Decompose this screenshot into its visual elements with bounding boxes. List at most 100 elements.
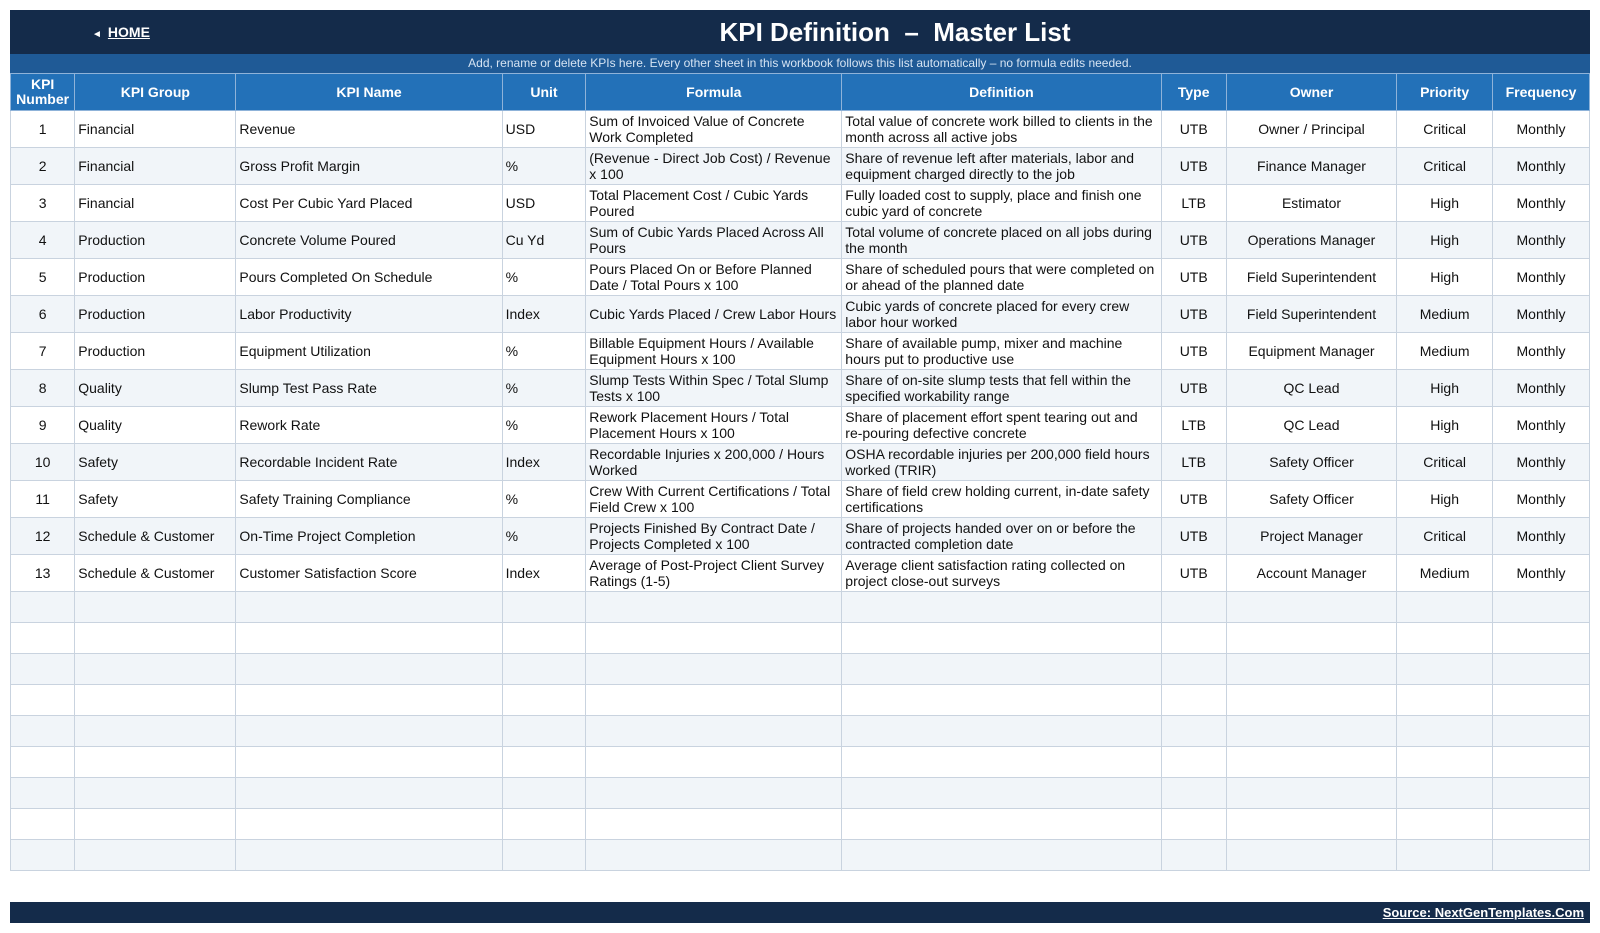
type-cell[interactable]: LTB — [1160, 184, 1227, 222]
empty-cell[interactable] — [1160, 746, 1227, 778]
type-cell[interactable]: UTB — [1160, 332, 1227, 370]
empty-cell[interactable] — [841, 715, 1162, 747]
empty-cell[interactable] — [1225, 839, 1398, 871]
definition-cell[interactable]: Share of field crew holding current, in-… — [841, 480, 1162, 518]
kpi-name-cell[interactable]: Gross Profit Margin — [235, 147, 503, 185]
empty-cell[interactable] — [235, 591, 503, 623]
formula-cell[interactable]: Crew With Current Certifications / Total… — [585, 480, 843, 518]
unit-cell[interactable]: % — [501, 406, 587, 444]
empty-cell[interactable] — [585, 777, 843, 809]
empty-cell[interactable] — [235, 715, 503, 747]
empty-cell[interactable] — [501, 653, 587, 685]
empty-cell[interactable] — [74, 746, 237, 778]
definition-cell[interactable]: Average client satisfaction rating colle… — [841, 554, 1162, 592]
empty-cell[interactable] — [1225, 777, 1398, 809]
definition-cell[interactable]: Total value of concrete work billed to c… — [841, 110, 1162, 148]
empty-cell[interactable] — [74, 622, 237, 654]
empty-cell[interactable] — [1396, 746, 1494, 778]
formula-cell[interactable]: Cubic Yards Placed / Crew Labor Hours — [585, 295, 843, 333]
owner-cell[interactable]: Owner / Principal — [1225, 110, 1398, 148]
kpi-group-cell[interactable]: Production — [74, 258, 237, 296]
empty-cell[interactable] — [1160, 715, 1227, 747]
kpi-number-cell[interactable]: 7 — [9, 332, 76, 370]
empty-cell[interactable] — [501, 777, 587, 809]
empty-cell[interactable] — [841, 684, 1162, 716]
kpi-name-cell[interactable]: Revenue — [235, 110, 503, 148]
empty-cell[interactable] — [585, 839, 843, 871]
col-header-definition[interactable]: Definition — [841, 73, 1162, 111]
formula-cell[interactable]: Sum of Cubic Yards Placed Across All Pou… — [585, 221, 843, 259]
frequency-cell[interactable]: Monthly — [1492, 443, 1590, 481]
owner-cell[interactable]: Equipment Manager — [1225, 332, 1398, 370]
col-header-owner[interactable]: Owner — [1225, 73, 1398, 111]
kpi-group-cell[interactable]: Production — [74, 295, 237, 333]
formula-cell[interactable]: Total Placement Cost / Cubic Yards Poure… — [585, 184, 843, 222]
empty-cell[interactable] — [1396, 684, 1494, 716]
empty-cell[interactable] — [841, 653, 1162, 685]
empty-cell[interactable] — [841, 777, 1162, 809]
empty-cell[interactable] — [1225, 808, 1398, 840]
kpi-group-cell[interactable]: Financial — [74, 147, 237, 185]
empty-cell[interactable] — [1160, 622, 1227, 654]
type-cell[interactable]: UTB — [1160, 517, 1227, 555]
formula-cell[interactable]: Billable Equipment Hours / Available Equ… — [585, 332, 843, 370]
empty-cell[interactable] — [1492, 622, 1590, 654]
owner-cell[interactable]: Safety Officer — [1225, 443, 1398, 481]
empty-cell[interactable] — [74, 591, 237, 623]
empty-cell[interactable] — [9, 622, 76, 654]
definition-cell[interactable]: Cubic yards of concrete placed for every… — [841, 295, 1162, 333]
empty-cell[interactable] — [1160, 808, 1227, 840]
empty-cell[interactable] — [74, 653, 237, 685]
definition-cell[interactable]: Total volume of concrete placed on all j… — [841, 221, 1162, 259]
kpi-group-cell[interactable]: Production — [74, 221, 237, 259]
owner-cell[interactable]: Project Manager — [1225, 517, 1398, 555]
kpi-number-cell[interactable]: 9 — [9, 406, 76, 444]
empty-cell[interactable] — [1396, 653, 1494, 685]
empty-cell[interactable] — [235, 622, 503, 654]
frequency-cell[interactable]: Monthly — [1492, 517, 1590, 555]
empty-cell[interactable] — [1225, 715, 1398, 747]
kpi-number-cell[interactable]: 4 — [9, 221, 76, 259]
empty-cell[interactable] — [74, 777, 237, 809]
empty-cell[interactable] — [501, 622, 587, 654]
col-header-priority[interactable]: Priority — [1396, 73, 1494, 111]
priority-cell[interactable]: High — [1396, 184, 1494, 222]
empty-cell[interactable] — [9, 746, 76, 778]
formula-cell[interactable]: Sum of Invoiced Value of Concrete Work C… — [585, 110, 843, 148]
type-cell[interactable]: UTB — [1160, 221, 1227, 259]
empty-cell[interactable] — [235, 653, 503, 685]
kpi-group-cell[interactable]: Financial — [74, 184, 237, 222]
definition-cell[interactable]: Share of projects handed over on or befo… — [841, 517, 1162, 555]
priority-cell[interactable]: High — [1396, 221, 1494, 259]
type-cell[interactable]: UTB — [1160, 258, 1227, 296]
empty-cell[interactable] — [235, 839, 503, 871]
empty-cell[interactable] — [9, 715, 76, 747]
frequency-cell[interactable]: Monthly — [1492, 406, 1590, 444]
type-cell[interactable]: UTB — [1160, 295, 1227, 333]
empty-cell[interactable] — [585, 808, 843, 840]
empty-cell[interactable] — [501, 715, 587, 747]
frequency-cell[interactable]: Monthly — [1492, 480, 1590, 518]
col-header-type[interactable]: Type — [1160, 73, 1227, 111]
formula-cell[interactable]: Slump Tests Within Spec / Total Slump Te… — [585, 369, 843, 407]
empty-cell[interactable] — [74, 684, 237, 716]
type-cell[interactable]: LTB — [1160, 443, 1227, 481]
owner-cell[interactable]: QC Lead — [1225, 369, 1398, 407]
empty-cell[interactable] — [9, 777, 76, 809]
kpi-name-cell[interactable]: Cost Per Cubic Yard Placed — [235, 184, 503, 222]
unit-cell[interactable]: Index — [501, 554, 587, 592]
definition-cell[interactable]: Fully loaded cost to supply, place and f… — [841, 184, 1162, 222]
priority-cell[interactable]: Critical — [1396, 110, 1494, 148]
kpi-group-cell[interactable]: Schedule & Customer — [74, 554, 237, 592]
empty-cell[interactable] — [841, 808, 1162, 840]
kpi-name-cell[interactable]: Recordable Incident Rate — [235, 443, 503, 481]
kpi-number-cell[interactable]: 3 — [9, 184, 76, 222]
empty-cell[interactable] — [1160, 684, 1227, 716]
priority-cell[interactable]: Critical — [1396, 147, 1494, 185]
empty-cell[interactable] — [235, 777, 503, 809]
formula-cell[interactable]: (Revenue - Direct Job Cost) / Revenue x … — [585, 147, 843, 185]
empty-cell[interactable] — [585, 591, 843, 623]
priority-cell[interactable]: Medium — [1396, 332, 1494, 370]
kpi-name-cell[interactable]: Rework Rate — [235, 406, 503, 444]
unit-cell[interactable]: % — [501, 480, 587, 518]
